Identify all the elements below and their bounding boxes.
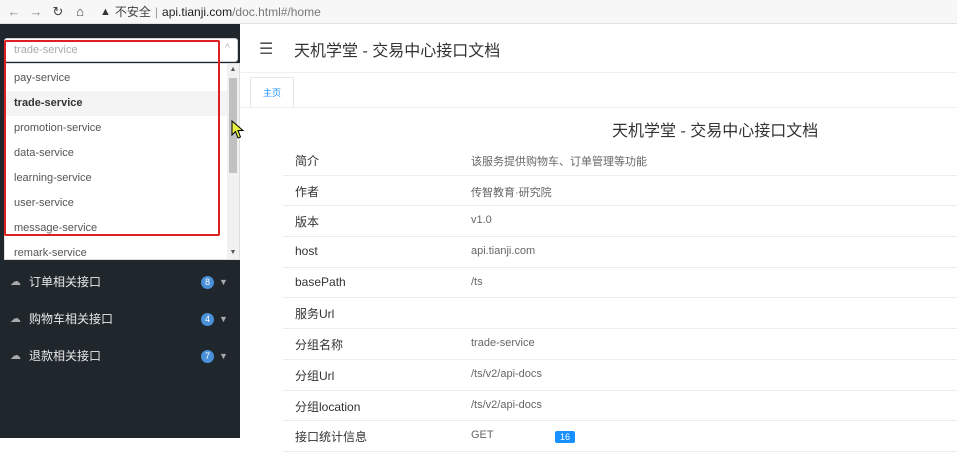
row-key: basePath bbox=[295, 274, 346, 289]
table-row: 分组location /ts/v2/api-docs bbox=[283, 391, 957, 422]
row-key: host bbox=[295, 244, 318, 259]
table-row: 作者 传智教育·研究院 bbox=[283, 176, 957, 207]
page-title: 天机学堂 - 交易中心接口文档 bbox=[294, 43, 501, 60]
service-select[interactable]: ^ bbox=[4, 38, 238, 62]
doc-title: 天机学堂 - 交易中心接口文档 bbox=[612, 123, 819, 140]
table-row: 分组名称 trade-service bbox=[283, 329, 957, 360]
cloud-icon: ☁ bbox=[10, 276, 21, 288]
warning-icon[interactable]: ▲ bbox=[100, 6, 111, 18]
table-row: 分组Url /ts/v2/api-docs bbox=[283, 360, 957, 391]
scroll-down-arrow-icon[interactable]: ▼ bbox=[227, 247, 239, 259]
sidebar-item-label: 退款相关接口 bbox=[29, 349, 102, 363]
sidebar-item-orders[interactable]: ☁ 订单相关接口 8 ▼ bbox=[0, 264, 240, 301]
back-arrow-icon[interactable]: ← bbox=[6, 4, 22, 19]
chevron-down-icon[interactable]: ▼ bbox=[219, 301, 228, 338]
count-badge: 8 bbox=[201, 276, 214, 289]
row-value: api.tianji.com bbox=[471, 245, 536, 258]
table-row: host api.tianji.com bbox=[283, 237, 957, 268]
forward-arrow-icon[interactable]: → bbox=[28, 4, 44, 19]
row-key: 分组Url bbox=[295, 368, 335, 383]
chevron-up-icon[interactable]: ^ bbox=[225, 42, 230, 54]
row-key: 作者 bbox=[295, 184, 320, 199]
tab-home[interactable]: 主页 bbox=[250, 77, 294, 107]
dropdown-option-message-service[interactable]: message-service bbox=[5, 216, 227, 241]
row-key: 服务Url bbox=[295, 307, 335, 322]
row-value: 传智教育·研究院 bbox=[471, 186, 552, 199]
row-value: 该服务提供购物车、订单管理等功能 bbox=[471, 156, 647, 168]
row-value: v1.0 bbox=[471, 214, 492, 227]
row-value: /ts/v2/api-docs bbox=[471, 398, 542, 411]
browser-toolbar: ← → ↻ ⌂ ▲ 不安全 | api.tianji.com /doc.html… bbox=[0, 0, 957, 24]
row-key: 分组名称 bbox=[295, 338, 344, 353]
info-table: 简介 该服务提供购物车、订单管理等功能 作者 传智教育·研究院 版本 v1.0 … bbox=[283, 145, 957, 452]
table-row: 服务Url bbox=[283, 298, 957, 330]
insecure-label[interactable]: 不安全 bbox=[115, 3, 151, 20]
sidebar-item-label: 订单相关接口 bbox=[29, 275, 102, 289]
sidebar-item-refund[interactable]: ☁ 退款相关接口 7 ▼ bbox=[0, 338, 240, 375]
dropdown-option-data-service[interactable]: data-service bbox=[5, 141, 227, 166]
chevron-down-icon[interactable]: ▼ bbox=[219, 264, 228, 301]
url-separator: | bbox=[154, 4, 159, 19]
row-value: /ts/v2/api-docs bbox=[471, 367, 542, 380]
collapse-menu-icon[interactable]: ☰ bbox=[259, 39, 273, 59]
sidebar-item-cart[interactable]: ☁ 购物车相关接口 4 ▼ bbox=[0, 301, 240, 338]
row-value: trade-service bbox=[471, 337, 535, 350]
count-badge: 16 bbox=[555, 431, 576, 444]
row-value: /ts bbox=[471, 275, 483, 288]
row-key: 版本 bbox=[295, 215, 320, 230]
url-host[interactable]: api.tianji.com bbox=[162, 5, 232, 19]
service-search-input[interactable] bbox=[14, 41, 214, 59]
scroll-up-arrow-icon[interactable]: ▲ bbox=[227, 64, 239, 76]
home-icon[interactable]: ⌂ bbox=[72, 4, 88, 19]
chevron-down-icon[interactable]: ▼ bbox=[219, 338, 228, 375]
table-row: basePath /ts bbox=[283, 268, 957, 299]
main-header: ☰ 天机学堂 - 交易中心接口文档 bbox=[241, 24, 957, 73]
cloud-icon: ☁ bbox=[10, 350, 21, 362]
table-row: 简介 该服务提供购物车、订单管理等功能 bbox=[283, 145, 957, 176]
row-key: 接口统计信息 bbox=[295, 430, 368, 445]
dropdown-option-remark-service[interactable]: remark-service bbox=[5, 241, 227, 259]
tab-bar: 主页 bbox=[241, 73, 957, 108]
dropdown-option-pay-service[interactable]: pay-service bbox=[5, 66, 227, 91]
table-row: 接口统计信息 GET 16 bbox=[283, 421, 957, 452]
dropdown-option-trade-service[interactable]: trade-service bbox=[5, 91, 227, 116]
count-badge: 7 bbox=[201, 350, 214, 363]
sidebar-item-label: 购物车相关接口 bbox=[29, 312, 114, 326]
row-key: 简介 bbox=[295, 154, 320, 168]
dropdown-option-user-service[interactable]: user-service bbox=[5, 191, 227, 216]
sidebar: ^ pay-service trade-service promotion-se… bbox=[0, 24, 240, 438]
row-value: GET bbox=[471, 429, 494, 442]
dropdown-option-promotion-service[interactable]: promotion-service bbox=[5, 116, 227, 141]
row-key: 分组location bbox=[295, 399, 361, 414]
reload-icon[interactable]: ↻ bbox=[50, 4, 66, 20]
url-path[interactable]: /doc.html#/home bbox=[232, 5, 321, 19]
table-row: 版本 v1.0 bbox=[283, 206, 957, 238]
cloud-icon: ☁ bbox=[10, 313, 21, 325]
dropdown-option-learning-service[interactable]: learning-service bbox=[5, 166, 227, 191]
service-dropdown: pay-service trade-service promotion-serv… bbox=[4, 63, 240, 260]
dropdown-scrollbar[interactable]: ▲ ▼ bbox=[227, 64, 239, 259]
mouse-cursor-icon bbox=[231, 120, 245, 139]
count-badge: 4 bbox=[201, 313, 214, 326]
